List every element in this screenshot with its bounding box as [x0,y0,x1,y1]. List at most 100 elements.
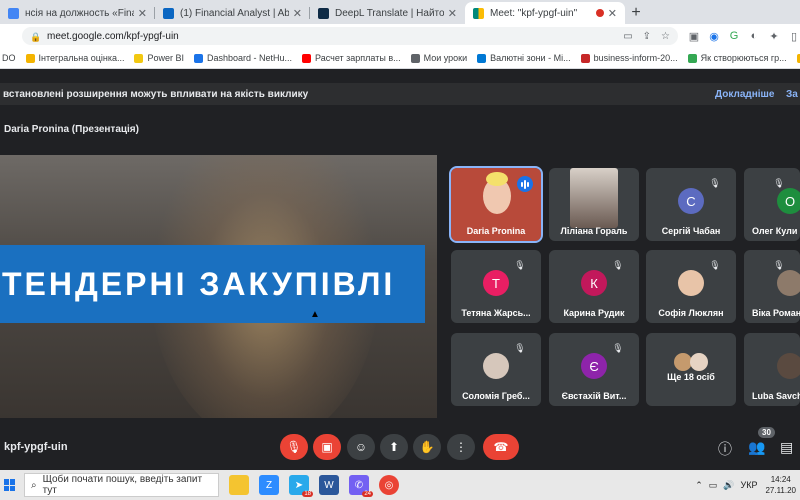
avatar: Т [483,270,509,296]
bookmark-label: Валютні зони - Mi... [490,53,571,63]
slide-title-band: ТЕНДЕРНІ ЗАКУПІВЛІ [0,245,425,323]
tab-title: DeepL Translate | Найточніший [335,7,444,19]
bookmark-item[interactable]: Dashboard - NetHu... [194,53,292,63]
avatar [483,353,509,379]
bookmark-item[interactable]: Мои уроки [410,53,468,63]
file-explorer-icon[interactable] [229,475,249,495]
tab-financial-position[interactable]: нсія на должность «Financ ✕ [0,2,155,24]
tab-deepl[interactable]: DeepL Translate | Найточніший ✕ [310,2,465,24]
participant-name: Сергій Чабан [661,226,721,236]
camera-icon[interactable]: ▭ [623,31,632,42]
sidepanel-icon[interactable]: ▯ [788,30,800,43]
word-icon[interactable]: W [319,475,339,495]
language-indicator[interactable]: УКР [740,480,757,490]
bookmark-item[interactable]: DO [2,53,16,63]
participant-name: Карина Рудик [563,308,625,318]
extension-icon[interactable]: ▣ [688,30,700,43]
clock-time: 14:24 [770,475,791,484]
tab-title: Meet: "kpf-ypgf-uin" [490,7,578,19]
learn-more-link[interactable]: Докладніше [715,89,774,100]
people-icon[interactable]: 👥 [748,439,765,456]
mic-off-button[interactable]: 🎙︎ [280,434,308,460]
presentation-screen: ТЕНДЕРНІ ЗАКУПІВЛІ ▲ [0,155,437,418]
participant-tile[interactable]: 🎙︎ Віка Роман [744,250,800,323]
info-icon[interactable]: ⓘ [718,439,732,459]
tab-title: (1) Financial Analyst | Abto Softw [180,7,289,19]
chat-icon[interactable]: ▤ [780,439,793,456]
recording-dot-icon [595,9,604,17]
extension-icon[interactable]: ◐ [748,30,760,43]
participant-name: Тетяна Жарсь... [461,308,531,318]
bookmark-favicon-icon [580,53,590,63]
deepl-icon [318,7,329,19]
close-tab-icon[interactable]: ✕ [293,7,302,20]
bookmark-item[interactable]: Расчет зарплаты в... [302,53,401,63]
bookmark-item[interactable]: business-inform-20... [580,53,678,63]
url-text: meet.google.com/kpf-ypgf-uin [47,30,179,42]
puzzle-icon[interactable]: ✦ [768,30,780,43]
dismiss-link[interactable]: За [786,89,798,100]
leave-call-button[interactable]: ☎ [483,434,519,460]
more-participants-tile[interactable]: Ще 18 осіб [646,333,736,406]
participant-name: Ще 18 осіб [667,372,715,382]
muted-mic-icon: 🎙︎ [773,178,785,188]
tab-meet[interactable]: Meet: "kpf-ypgf-uin" ✕ [465,2,625,24]
telegram-icon[interactable]: ➤ 18 [289,475,313,497]
bookmark-favicon-icon [25,53,35,63]
bookmark-label: Як створюються гр... [700,53,787,63]
taskbar-search[interactable]: ⌕ Щоби почати пошук, введіть запит тут [24,473,219,497]
participant-tile[interactable]: 🎙︎ Софія Люклян [646,250,736,323]
bookmark-label: Мои уроки [423,53,468,63]
avatar: К [581,270,607,296]
participant-tile[interactable]: 🎙︎ Соломія Греб... [451,333,541,406]
bookmark-label: Расчет зарплаты в... [315,53,401,63]
participant-tile[interactable]: 🎙︎ С Сергій Чабан [646,168,736,241]
volume-icon[interactable]: 🔊 [723,480,734,491]
zoom-icon[interactable]: Z [259,475,279,495]
network-icon[interactable]: ▭ [709,480,718,491]
bookmark-label: Dashboard - NetHu... [207,53,293,63]
muted-mic-icon: 🎙︎ [709,260,721,270]
chrome-icon[interactable]: ◎ [379,475,399,495]
participant-tile[interactable]: 🎙︎ К Карина Рудик [549,250,639,323]
clock[interactable]: 14:24 27.11.20 [765,474,796,496]
bookmark-label: Power BI [147,53,184,63]
participant-tile[interactable]: 🎙︎ Є Євстахій Вит... [549,333,639,406]
bookmark-label: Інтегральна оцінка... [38,53,125,63]
chevron-up-icon[interactable]: ⌃ [695,480,703,491]
tab-linkedin[interactable]: (1) Financial Analyst | Abto Softw ✕ [155,2,310,24]
bookmark-item[interactable]: Як створюються гр... [687,53,787,63]
close-tab-icon[interactable]: ✕ [138,7,147,20]
captions-button[interactable]: ☺ [347,434,375,460]
star-icon[interactable]: ☆ [661,31,670,42]
raise-hand-button[interactable]: ✋ [413,434,441,460]
omnibox[interactable]: 🔒 meet.google.com/kpf-ypgf-uin ▭ ⇪ ☆ [22,27,678,45]
more-options-button[interactable]: ⋮ [447,434,475,460]
extension-icon[interactable]: ◉ [708,30,720,43]
bookmark-item[interactable]: Валютні зони - Mi... [477,53,571,63]
bookmark-item[interactable]: Ус [796,53,800,63]
avatar [777,270,800,296]
viber-badge: 24 [362,491,373,497]
bookmark-item[interactable]: Інтегральна оцінка... [25,53,125,63]
windows-start-icon[interactable] [4,479,16,491]
present-button[interactable]: ⬆ [380,434,408,460]
participant-tile[interactable]: Ліліана Гораль [549,168,639,241]
participant-tile[interactable]: Luba Savch [744,333,800,406]
share-icon[interactable]: ⇪ [643,31,651,42]
extension-icon[interactable]: G [728,30,740,43]
close-tab-icon[interactable]: ✕ [448,7,457,20]
meet-icon [473,7,484,19]
bookmark-item[interactable]: Power BI [134,53,184,63]
meet-window: встановлені розширення можуть впливати н… [0,69,800,470]
browser-tab-bar: нсія на должность «Financ ✕ (1) Financia… [0,0,800,24]
camera-off-button[interactable]: ▣ [313,434,341,460]
close-tab-icon[interactable]: ✕ [608,7,617,20]
participant-tile[interactable]: 🎙︎ О Олег Кули [744,168,800,241]
muted-mic-icon: 🎙︎ [709,178,721,188]
lock-icon[interactable]: 🔒 [30,32,41,42]
viber-icon[interactable]: ✆ 24 [349,475,373,497]
participant-tile[interactable]: 🎙︎ Т Тетяна Жарсь... [451,250,541,323]
new-tab-button[interactable]: + [625,2,647,24]
participant-tile[interactable]: Daria Pronina [449,166,543,243]
